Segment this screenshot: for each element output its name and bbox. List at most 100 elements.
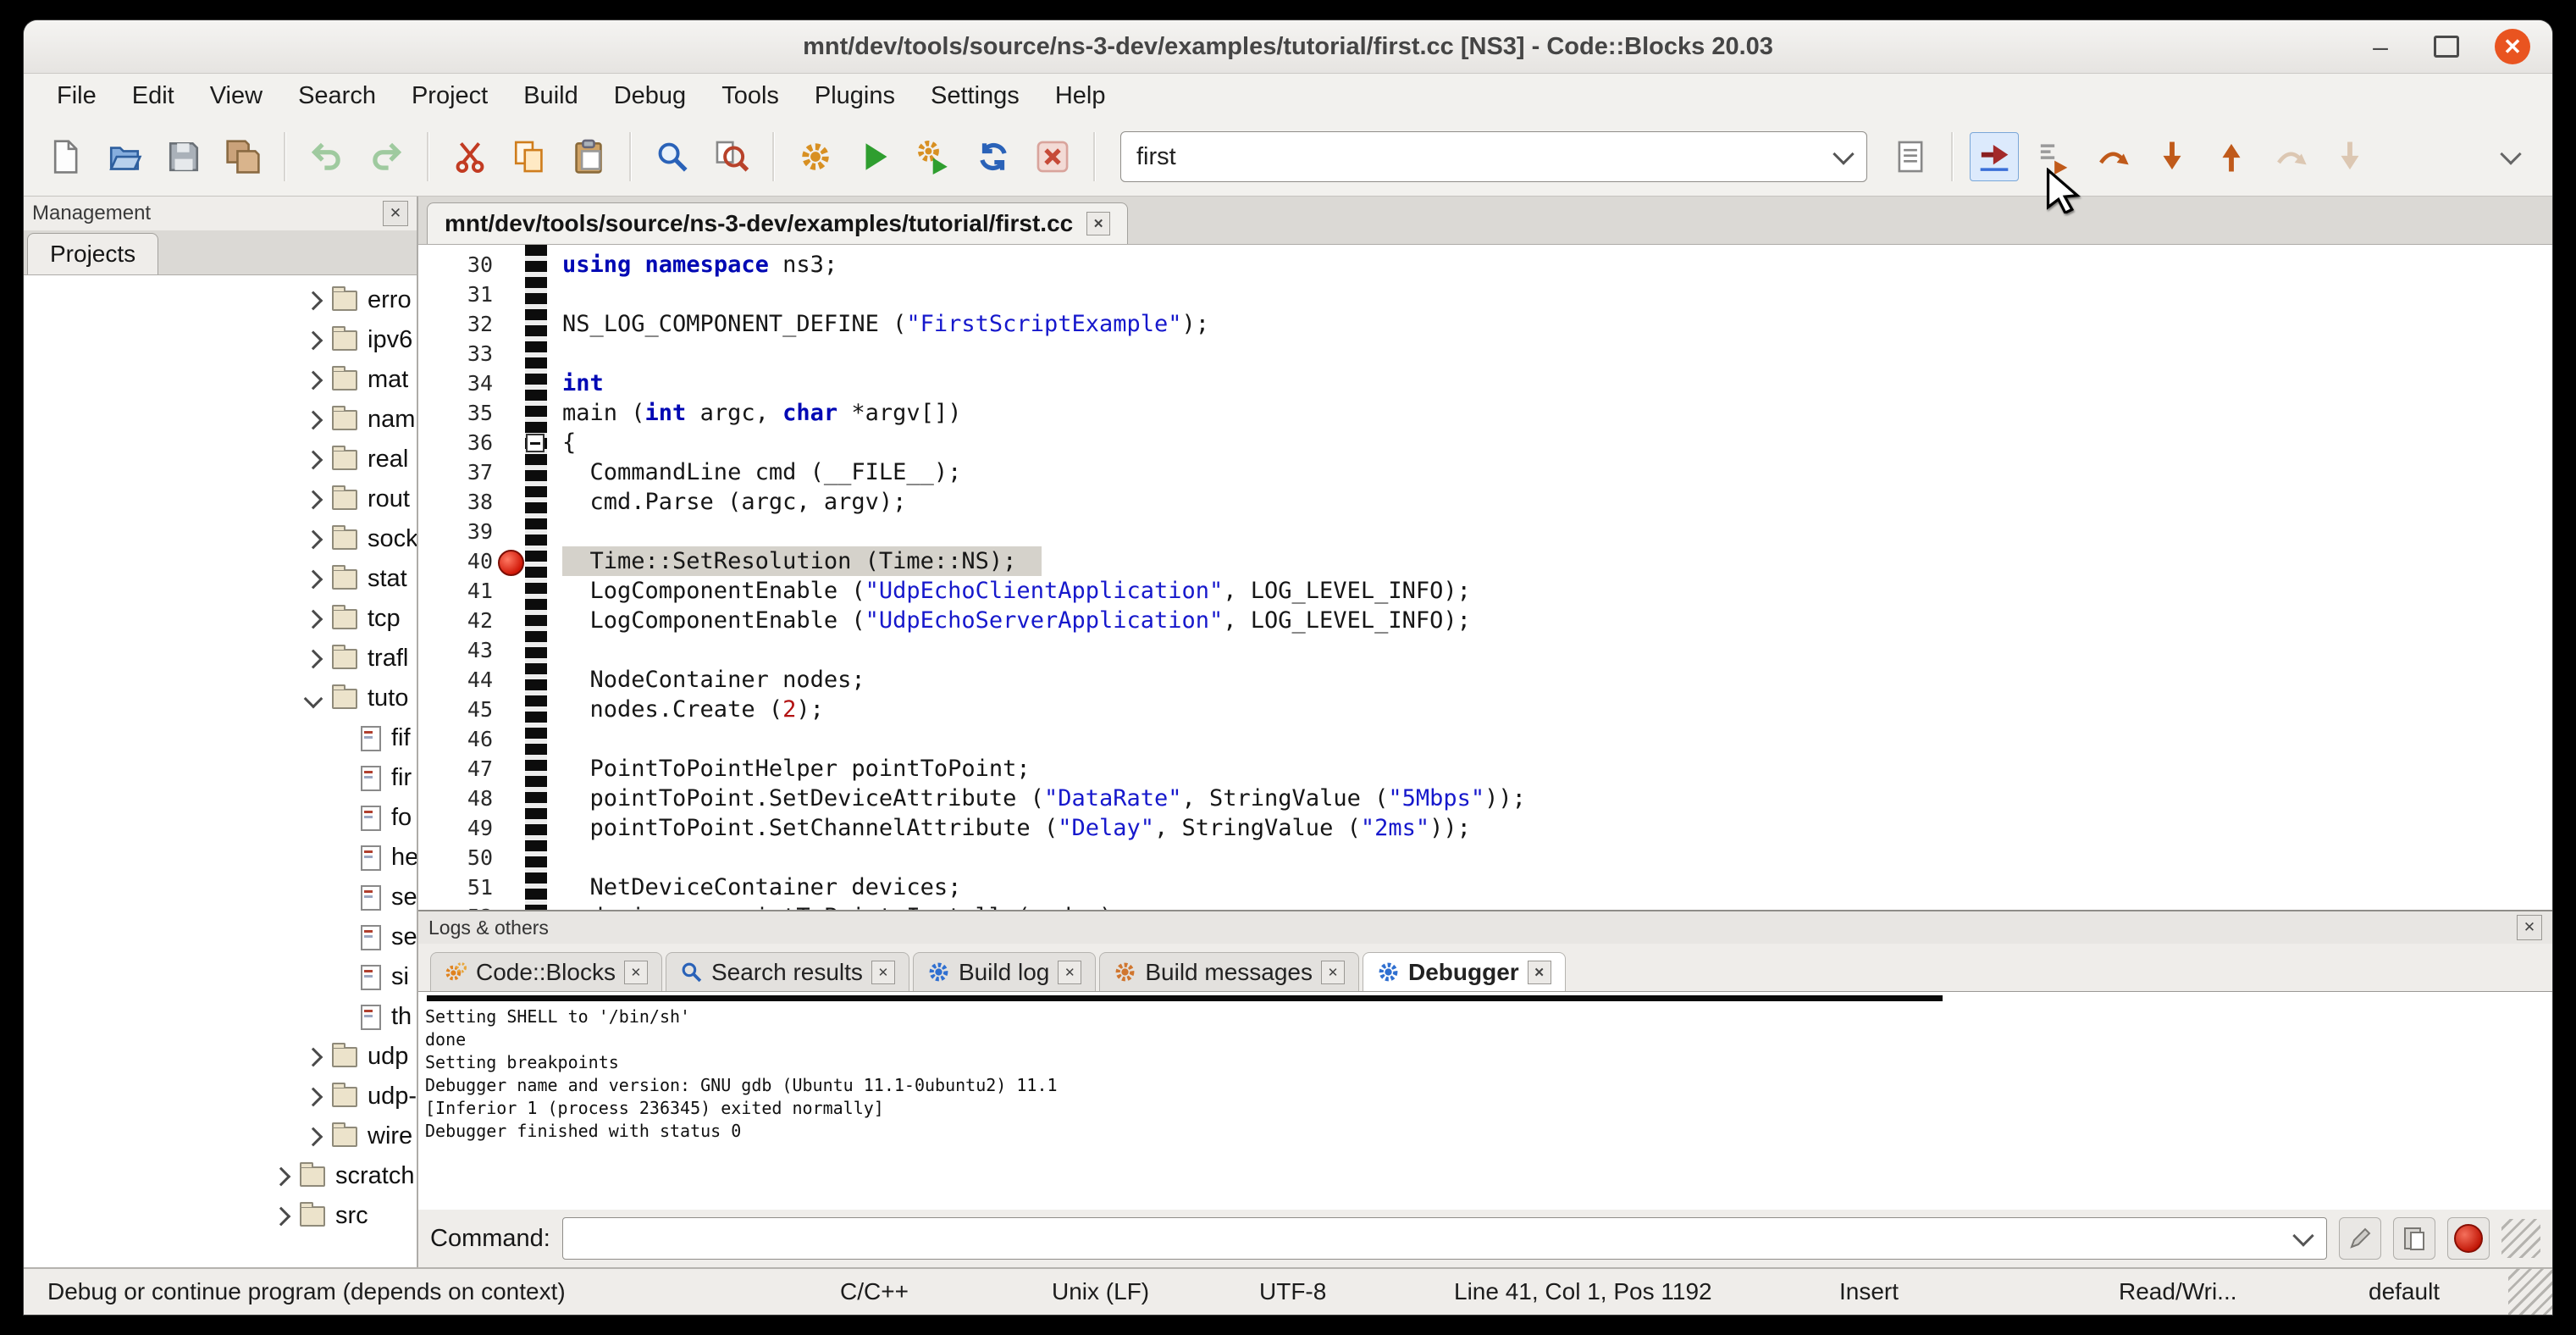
run-button[interactable] <box>850 132 899 181</box>
code-line-44[interactable]: 44 NodeContainer nodes; <box>418 665 2552 695</box>
code-line-43[interactable]: 43 <box>418 635 2552 665</box>
fold-marker-icon[interactable] <box>526 434 544 452</box>
resize-grip[interactable] <box>2501 1219 2540 1258</box>
save-all-button[interactable] <box>218 132 268 181</box>
tree-item-nam[interactable]: nam <box>24 400 417 440</box>
code-editor[interactable]: 30using namespace ns3;3132NS_LOG_COMPONE… <box>418 245 2552 910</box>
window-resize-grip[interactable] <box>2508 1269 2552 1315</box>
tree-item-he[interactable]: he <box>24 838 417 878</box>
undo-button[interactable] <box>302 132 351 181</box>
chevron-right-icon[interactable] <box>304 1087 323 1106</box>
chevron-right-icon[interactable] <box>304 330 323 350</box>
tree-item-src[interactable]: src <box>24 1196 417 1236</box>
rebuild-button[interactable] <box>969 132 1018 181</box>
menu-item-edit[interactable]: Edit <box>114 77 192 115</box>
code-line-52[interactable]: 52 devices = pointToPoint.Install (nodes… <box>418 902 2552 910</box>
search-input[interactable] <box>1121 143 1821 171</box>
menu-item-search[interactable]: Search <box>280 77 394 115</box>
tree-item-th[interactable]: th <box>24 997 417 1037</box>
code-line-33[interactable]: 33 <box>418 339 2552 368</box>
chevron-right-icon[interactable] <box>304 569 323 589</box>
projects-tree[interactable]: erroipv6matnamrealroutsockstattcptrafltu… <box>24 275 417 1267</box>
editor-tab-first-cc[interactable]: mnt/dev/tools/source/ns-3-dev/examples/t… <box>427 202 1128 244</box>
logs-tab-close-button[interactable]: ✕ <box>624 961 648 984</box>
edit-command-button[interactable] <box>2339 1217 2381 1260</box>
tree-item-real[interactable]: real <box>24 440 417 479</box>
chevron-right-icon[interactable] <box>304 291 323 310</box>
code-line-30[interactable]: 30using namespace ns3; <box>418 250 2552 280</box>
chevron-right-icon[interactable] <box>304 450 323 469</box>
code-line-36[interactable]: 36{ <box>418 428 2552 457</box>
code-line-32[interactable]: 32NS_LOG_COMPONENT_DEFINE ("FirstScriptE… <box>418 309 2552 339</box>
management-close-button[interactable]: ✕ <box>383 201 408 226</box>
tree-item-scratch[interactable]: scratch <box>24 1156 417 1196</box>
code-line-46[interactable]: 46 <box>418 724 2552 754</box>
tree-item-se[interactable]: se <box>24 917 417 957</box>
save-button[interactable] <box>159 132 208 181</box>
chevron-right-icon[interactable] <box>304 1047 323 1066</box>
title-bar[interactable]: mnt/dev/tools/source/ns-3-dev/examples/t… <box>24 20 2552 74</box>
tree-item-tuto[interactable]: tuto <box>24 679 417 718</box>
tree-item-sock[interactable]: sock <box>24 519 417 559</box>
menu-item-file[interactable]: File <box>39 77 114 115</box>
redo-button[interactable] <box>362 132 411 181</box>
chevron-right-icon[interactable] <box>304 370 323 390</box>
menu-item-build[interactable]: Build <box>506 77 596 115</box>
code-line-49[interactable]: 49 pointToPoint.SetChannelAttribute ("De… <box>418 813 2552 843</box>
chevron-right-icon[interactable] <box>304 649 323 668</box>
logs-tab-close-button[interactable]: ✕ <box>1321 961 1345 984</box>
debugger-log[interactable]: Setting SHELL to '/bin/sh'doneSetting br… <box>418 992 2552 1210</box>
tree-item-si[interactable]: si <box>24 957 417 997</box>
logs-tab-code-blocks[interactable]: Code::Blocks✕ <box>430 952 662 991</box>
search-combo-dropdown-button[interactable] <box>1821 132 1866 181</box>
menu-item-settings[interactable]: Settings <box>913 77 1037 115</box>
tree-item-fo[interactable]: fo <box>24 798 417 838</box>
toolbar-overflow-button[interactable] <box>2486 132 2535 181</box>
chevron-right-icon[interactable] <box>304 490 323 509</box>
maximize-button[interactable] <box>2429 29 2464 64</box>
open-file-button[interactable] <box>100 132 149 181</box>
menu-item-tools[interactable]: Tools <box>704 77 797 115</box>
chevron-right-icon[interactable] <box>272 1206 291 1226</box>
code-line-37[interactable]: 37 CommandLine cmd (__FILE__); <box>418 457 2552 487</box>
tree-item-ipv6[interactable]: ipv6 <box>24 320 417 360</box>
search-combo[interactable] <box>1120 131 1867 182</box>
code-line-34[interactable]: 34int <box>418 368 2552 398</box>
stop-debugger-button[interactable] <box>2447 1217 2490 1260</box>
code-line-50[interactable]: 50 <box>418 843 2552 872</box>
code-line-35[interactable]: 35main (int argc, char *argv[]) <box>418 398 2552 428</box>
next-instruction-button[interactable] <box>2266 132 2315 181</box>
tree-item-se[interactable]: se <box>24 878 417 917</box>
chevron-right-icon[interactable] <box>304 609 323 629</box>
copy-button[interactable] <box>505 132 554 181</box>
tree-item-mat[interactable]: mat <box>24 360 417 400</box>
code-line-39[interactable]: 39 <box>418 517 2552 546</box>
code-line-42[interactable]: 42 LogComponentEnable ("UdpEchoServerApp… <box>418 606 2552 635</box>
abort-build-button[interactable] <box>1028 132 1077 181</box>
tree-item-tcp[interactable]: tcp <box>24 599 417 639</box>
logs-tab-build-log[interactable]: Build log✕ <box>913 952 1096 991</box>
command-combo[interactable] <box>562 1217 2327 1260</box>
code-line-40[interactable]: 40 Time::SetResolution (Time::NS); <box>418 546 2552 576</box>
build-and-run-button[interactable] <box>909 132 959 181</box>
minimize-button[interactable]: – <box>2363 29 2398 64</box>
tree-item-udp[interactable]: udp- <box>24 1077 417 1116</box>
tree-item-erro[interactable]: erro <box>24 280 417 320</box>
logs-tab-search-results[interactable]: Search results✕ <box>666 952 909 991</box>
chevron-right-icon[interactable] <box>272 1166 291 1186</box>
menu-item-help[interactable]: Help <box>1037 77 1124 115</box>
find-button[interactable] <box>648 132 697 181</box>
open-files-list-button[interactable] <box>1886 132 1935 181</box>
logs-close-button[interactable]: ✕ <box>2517 915 2542 940</box>
tree-item-fif[interactable]: fif <box>24 718 417 758</box>
cut-button[interactable] <box>445 132 495 181</box>
build-button[interactable] <box>791 132 840 181</box>
copy-log-button[interactable] <box>2393 1217 2435 1260</box>
logs-tab-close-button[interactable]: ✕ <box>871 961 895 984</box>
code-line-51[interactable]: 51 NetDeviceContainer devices; <box>418 872 2552 902</box>
code-line-45[interactable]: 45 nodes.Create (2); <box>418 695 2552 724</box>
step-into-instruction-button[interactable] <box>2325 132 2374 181</box>
menu-item-view[interactable]: View <box>192 77 280 115</box>
tree-item-stat[interactable]: stat <box>24 559 417 599</box>
code-line-38[interactable]: 38 cmd.Parse (argc, argv); <box>418 487 2552 517</box>
